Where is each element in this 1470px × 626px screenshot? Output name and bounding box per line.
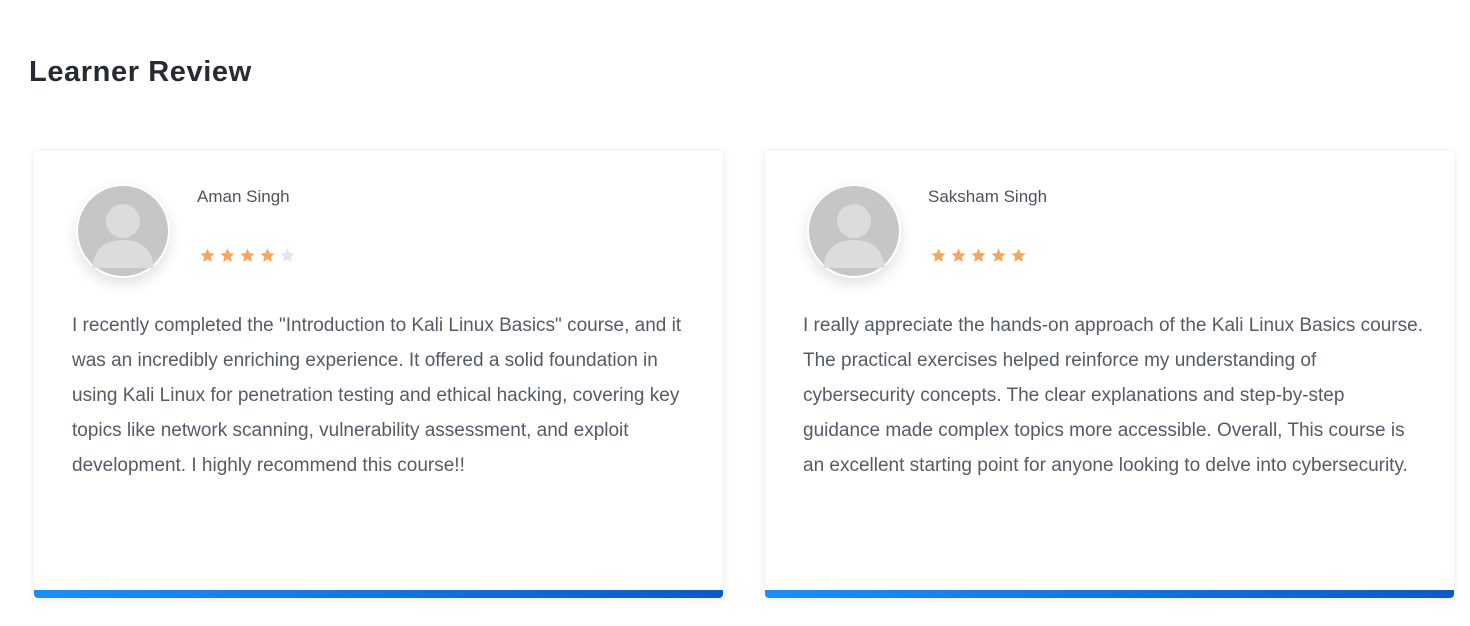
default-user-avatar-icon xyxy=(78,186,168,276)
review-text: I recently completed the "Introduction t… xyxy=(72,315,682,476)
star-filled-icon xyxy=(951,248,966,262)
star-filled-icon xyxy=(991,248,1006,262)
star-filled-icon xyxy=(220,248,235,262)
card-accent-bar xyxy=(765,590,1454,598)
star-rating xyxy=(199,247,296,264)
star-filled-icon xyxy=(200,248,215,262)
star-filled-icon xyxy=(240,248,255,262)
avatar xyxy=(76,184,170,278)
review-text: I really appreciate the hands-on approac… xyxy=(803,315,1423,476)
reviewer-name: Saksham Singh xyxy=(928,187,1048,206)
star-filled-icon xyxy=(971,248,986,262)
default-user-avatar-icon xyxy=(809,186,899,276)
star-filled-icon xyxy=(931,248,946,262)
star-filled-icon xyxy=(260,248,275,262)
review-card: Saksham Singh I really appreciate the ha… xyxy=(765,151,1454,598)
star-empty-icon xyxy=(280,248,295,262)
section-title: Learner Review xyxy=(29,56,252,88)
star-rating xyxy=(930,247,1027,264)
star-filled-icon xyxy=(1011,248,1026,262)
reviewer-name: Aman Singh xyxy=(197,187,290,206)
review-card: Aman Singh I recently completed the "Int… xyxy=(34,151,723,598)
card-accent-bar xyxy=(34,590,723,598)
avatar xyxy=(807,184,901,278)
